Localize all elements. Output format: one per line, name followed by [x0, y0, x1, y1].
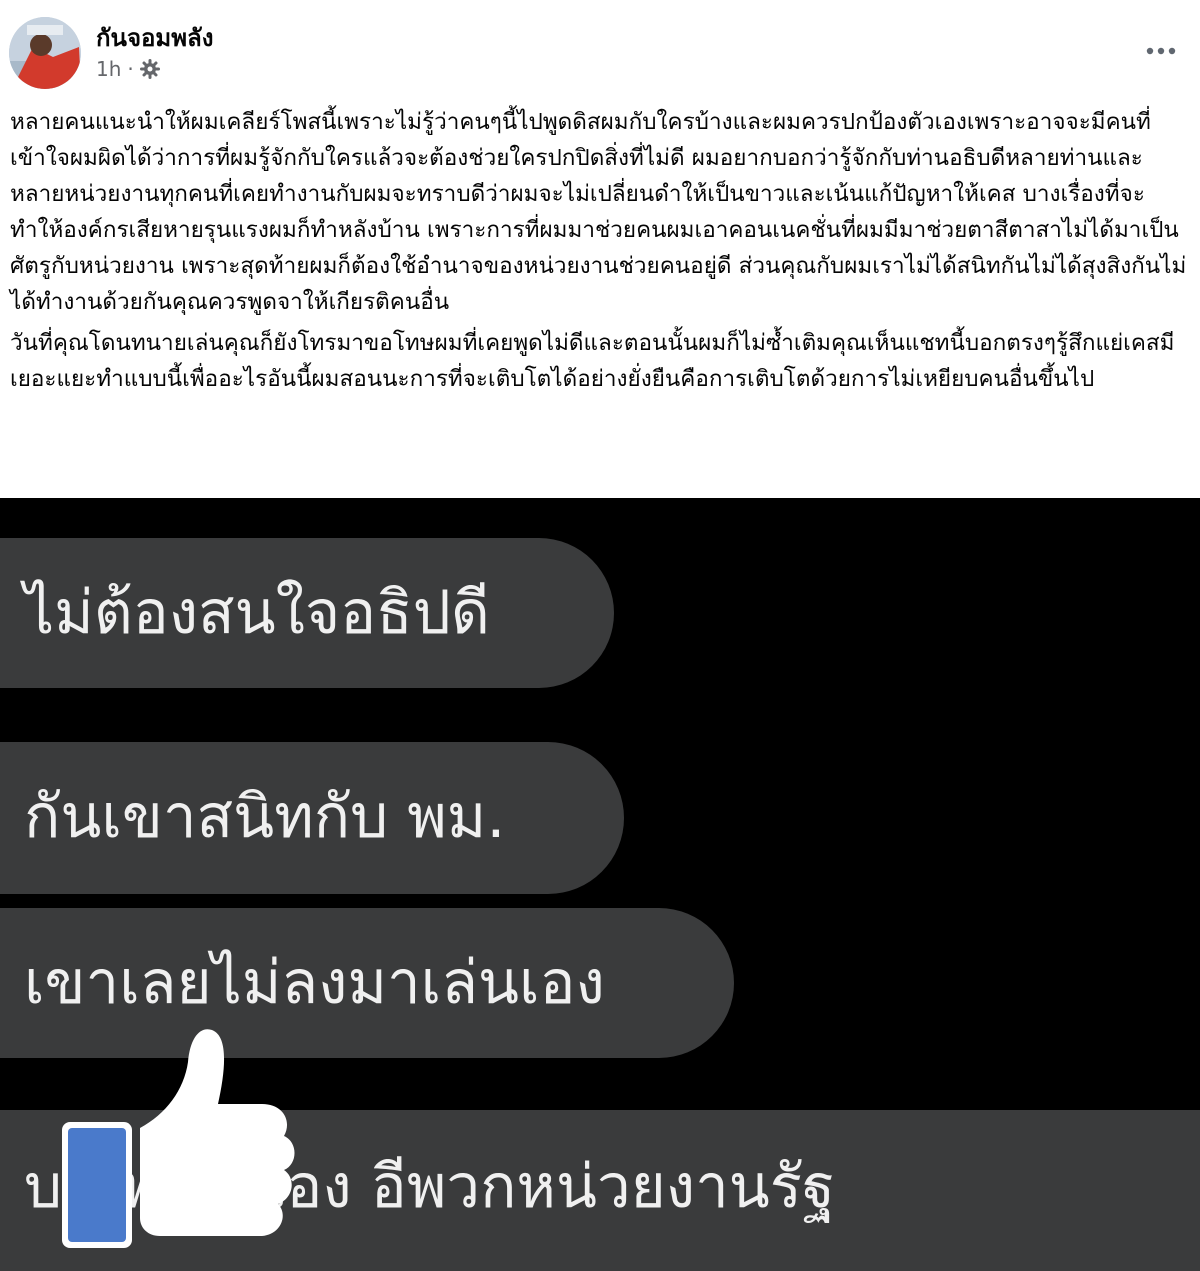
thumbs-up-icon — [48, 1018, 298, 1248]
post-paragraph: วันที่คุณโดนทนายเล่นคุณก็ยังโทรมาขอโทษผม… — [10, 330, 1175, 392]
chat-bubble: กันเขาสนิทกับ พม. — [0, 742, 624, 894]
chat-bubble: ไม่ต้องสนใจอธิปดี — [0, 538, 614, 688]
gear-icon — [139, 59, 160, 79]
post-meta: 1h · — [96, 57, 160, 81]
more-options-button[interactable] — [1138, 36, 1184, 66]
avatar[interactable] — [9, 17, 81, 89]
avatar-photo — [9, 17, 81, 89]
post-text: หลายคนแนะนำให้ผมเคลียร์โพสนี้เพราะไม่รู้… — [10, 104, 1190, 397]
post-header: กันจอมพลัง 1h · — [0, 0, 1200, 100]
more-horizontal-icon — [1146, 47, 1176, 55]
post-paragraph: หลายคนแนะนำให้ผมเคลียร์โพสนี้เพราะไม่รู้… — [10, 109, 1187, 315]
author-name[interactable]: กันจอมพลัง — [96, 18, 213, 57]
post-time[interactable]: 1h — [96, 57, 121, 81]
meta-separator: · — [127, 57, 134, 81]
